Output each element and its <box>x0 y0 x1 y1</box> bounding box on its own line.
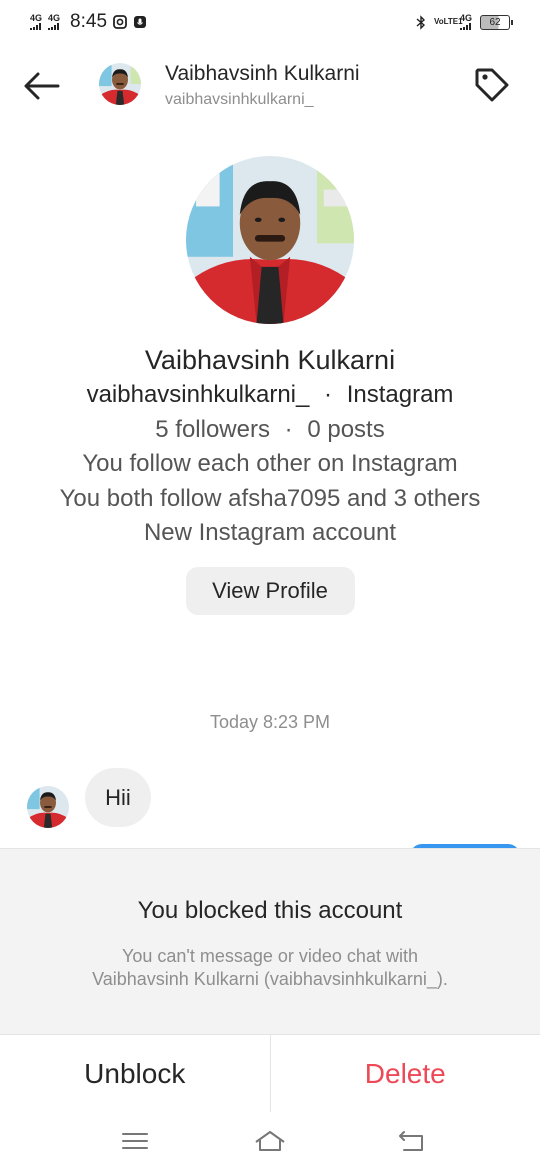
menu-icon[interactable] <box>118 1126 152 1156</box>
profile-platform: Instagram <box>346 381 454 408</box>
header-avatar[interactable] <box>99 63 141 105</box>
battery-level: 62 <box>489 16 501 28</box>
status-bar-right: VoLTE1 4G 62 <box>416 13 513 30</box>
signal-1-icon: 4G <box>30 14 42 30</box>
network-type-2: 4G <box>48 13 61 23</box>
posts-count: 0 posts <box>307 415 385 443</box>
account-status-text: New Instagram account <box>143 519 397 546</box>
blocked-panel: You blocked this account You can't messa… <box>0 848 540 1034</box>
battery-icon: 62 <box>480 14 513 30</box>
blocked-title: You blocked this account <box>137 897 403 924</box>
profile-stats: 5 followers · 0 posts <box>0 413 540 448</box>
blocked-description: You can't message or video chat with Vai… <box>0 945 540 991</box>
tag-icon[interactable] <box>470 64 512 106</box>
chat-timestamp: Today 8:23 PM <box>209 712 331 732</box>
network-type-1: 4G <box>30 13 43 23</box>
instagram-notification-icon <box>113 15 127 29</box>
blocked-actions: Unblock Delete <box>0 1034 540 1112</box>
mutual-follow-text: You follow each other on Instagram <box>82 450 458 477</box>
profile-username-line: vaibhavsinhkulkarni_ · Instagram <box>0 378 540 413</box>
profile-avatar[interactable] <box>186 156 354 324</box>
signal-2-icon: 4G <box>48 14 60 30</box>
status-time: 8:45 <box>70 11 108 32</box>
volte-indicator: VoLTE1 <box>433 17 463 26</box>
profile-name: Vaibhavsinh Kulkarni <box>144 345 396 375</box>
status-bar: 4G 4G 8:45 VoLTE1 4G 62 <box>0 0 540 44</box>
arrow-left-icon[interactable] <box>22 68 62 104</box>
followers-count: 5 followers <box>155 415 270 443</box>
separator-dot: · <box>324 381 333 408</box>
chat-header: Vaibhavsinh Kulkarni vaibhavsinhkulkarni… <box>0 44 540 128</box>
message-avatar[interactable] <box>27 786 69 828</box>
blocked-description-line-2: Vaibhavsinh Kulkarni (vaibhavsinhkulkarn… <box>92 969 448 989</box>
separator-dot: · <box>284 415 293 443</box>
network-type-right: 4G <box>459 13 472 23</box>
signal-right-icon: 4G <box>459 13 472 30</box>
header-username[interactable]: vaibhavsinhkulkarni_ <box>165 91 314 109</box>
mutual-friends-text: You both follow afsha7095 and 3 others <box>59 484 481 512</box>
mic-notification-icon <box>134 16 147 28</box>
unblock-button[interactable]: Unblock <box>0 1035 271 1112</box>
status-bar-left: 4G 4G 8:45 <box>30 11 147 33</box>
bluetooth-icon <box>416 14 426 30</box>
system-nav-bar <box>0 1112 540 1170</box>
header-name[interactable]: Vaibhavsinh Kulkarni <box>165 62 360 86</box>
delete-button[interactable]: Delete <box>271 1035 540 1112</box>
profile-username: vaibhavsinhkulkarni_ <box>86 381 310 408</box>
return-icon[interactable] <box>394 1126 428 1156</box>
blocked-description-line-1: You can't message or video chat with <box>122 946 418 966</box>
view-profile-button[interactable]: View Profile <box>185 566 355 615</box>
profile-card: Vaibhavsinh Kulkarni vaibhavsinhkulkarni… <box>0 156 540 615</box>
home-icon[interactable] <box>253 1126 287 1156</box>
message-bubble[interactable]: Hii <box>85 768 151 827</box>
